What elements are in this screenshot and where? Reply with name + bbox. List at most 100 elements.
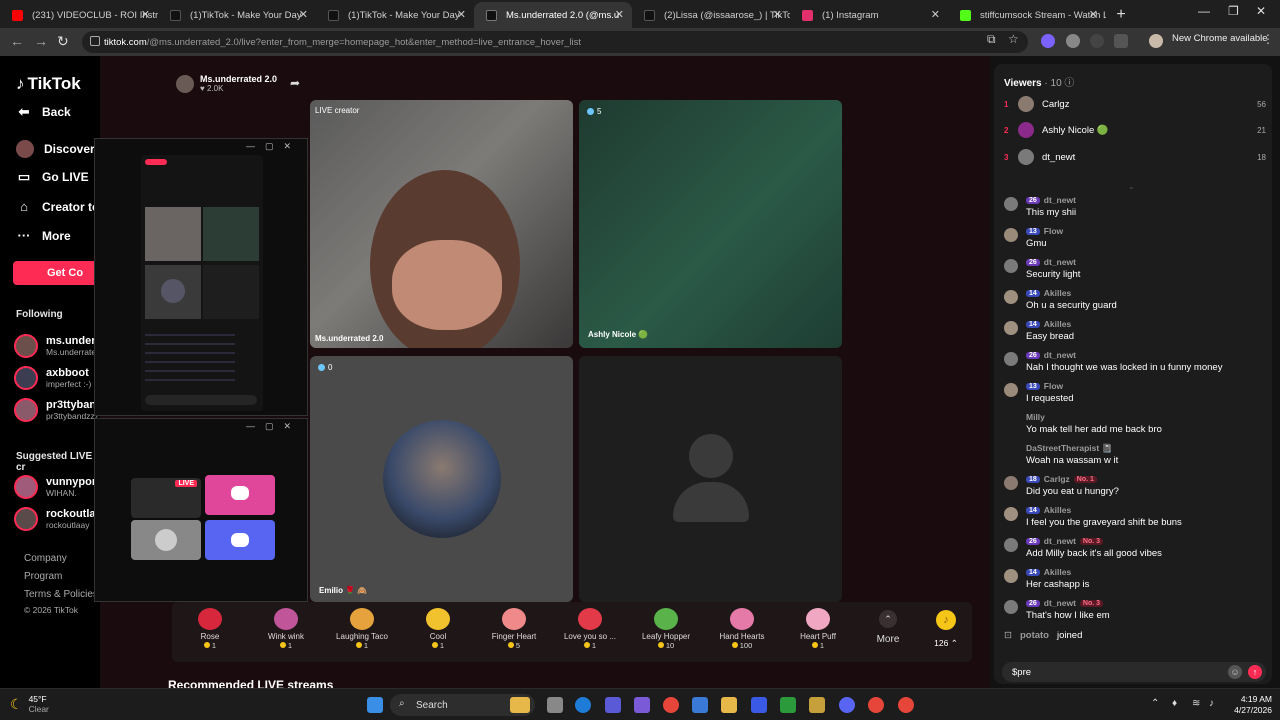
footer-link-terms[interactable]: Terms & Policies [24,589,98,600]
suggested-account[interactable]: vunnypom WIHAN. [14,475,102,499]
following-account[interactable]: pr3ttyban pr3ttybandzzz [14,398,99,422]
user-tile[interactable] [131,520,201,560]
gift-laughing-taco[interactable]: Laughing Taco 1 [324,608,400,650]
footer-link-company[interactable]: Company [24,553,67,564]
store-icon[interactable] [692,697,708,713]
copilot-icon[interactable] [634,697,650,713]
tiktok-logo[interactable]: ♪ TikTok [16,74,81,94]
browser-tab[interactable]: (2)Lissa (@issaarose_) | TikTok ✕ [632,2,790,28]
windows-start-icon[interactable] [367,697,383,713]
browser-tab[interactable]: stiffcumsock Stream - Watch Li ✕ [948,2,1106,28]
chrome-icon[interactable] [898,697,914,713]
emoji-icon[interactable]: ☺ [1228,665,1242,679]
restore-window-icon[interactable]: ❐ [1228,4,1239,18]
browser-tab[interactable]: (1)TikTok - Make Your Day ✕ [158,2,316,28]
site-info-icon[interactable] [90,36,100,46]
extension-icon[interactable] [1090,34,1104,48]
viewer-ranking-row[interactable]: 2 Ashly Nicole 🟢 21 [1004,122,1266,138]
stream-thumbnail[interactable]: LIVE [131,478,201,518]
coin-balance-button[interactable]: ♪ 126 ⌃ [922,610,970,649]
chrome-icon[interactable] [868,697,884,713]
gift-finger-heart[interactable]: Finger Heart 5 [476,608,552,650]
gift-rose[interactable]: Rose 1 [172,608,248,650]
edge-icon[interactable] [575,697,591,713]
bookmark-star-icon[interactable]: ☆ [1008,32,1019,46]
task-view-icon[interactable] [547,697,563,713]
teams-icon[interactable] [605,697,621,713]
chevron-down-icon[interactable]: ⌄ [1128,182,1135,191]
minimize-window-icon[interactable]: — [1198,4,1210,18]
profile-avatar[interactable] [1149,34,1163,48]
close-tab-icon[interactable]: ✕ [773,8,782,21]
close-window-icon[interactable]: ✕ [1256,4,1266,18]
viewers-header[interactable]: Viewers · 10 ⓘ [1004,74,1074,89]
footer-link-program[interactable]: Program [24,571,62,582]
chevron-up-icon[interactable]: ⌃ [1151,698,1159,709]
forward-arrow-icon[interactable]: → [34,33,48,49]
new-chrome-available-button[interactable]: New Chrome available [1172,33,1268,44]
extension-icon[interactable] [1041,34,1055,48]
guest-tile-ashly[interactable]: 5 Ashly Nicole 🟢 [579,100,842,348]
window-controls[interactable]: —▢✕ [246,141,301,152]
reload-icon[interactable]: ↻ [57,33,69,50]
gift-cool[interactable]: Cool 1 [400,608,476,650]
close-tab-icon[interactable]: ✕ [457,8,466,21]
microphone-icon[interactable]: ♦ [1172,698,1177,709]
discord-icon[interactable] [839,697,855,713]
sidebar-item-go-live[interactable]: ▭ Go LIVE [16,169,89,185]
extension-icon[interactable] [1066,34,1080,48]
gift-heart-puff[interactable]: Heart Puff 1 [780,608,856,650]
weather-widget[interactable]: ☾ 45°F Clear [10,694,49,714]
back-button[interactable]: ⬅ Back [16,104,71,120]
open-in-app-icon[interactable]: ⧉ [987,32,996,47]
taskbar-clock[interactable]: 4:19 AM 4/27/2026 [1226,694,1272,716]
following-account[interactable]: axbboot imperfect :-) [14,366,91,390]
chrome-icon[interactable] [663,697,679,713]
discord-tile[interactable] [205,520,275,560]
widget-icon[interactable] [510,697,530,713]
window-controls[interactable]: —▢✕ [246,421,301,432]
more-gifts-button[interactable]: ⌃ More [868,610,908,645]
send-icon[interactable]: ↑ [1248,665,1262,679]
close-tab-icon[interactable]: ✕ [299,8,308,21]
close-tab-icon[interactable]: ✕ [1089,8,1098,21]
viewer-ranking-row[interactable]: 1 Carlgz 56 [1004,96,1266,112]
close-tab-icon[interactable]: ✕ [931,8,940,21]
guest-tile-emilio[interactable]: 0 Emilio 🌹 🙈 [310,356,573,602]
volume-icon[interactable]: ♪ [1209,698,1214,709]
sidebar-item-creator-tools[interactable]: ⌂ Creator to [16,199,99,214]
browser-tab-active[interactable]: Ms.underrated 2.0 (@ms.u ✕ [474,2,632,28]
app-icon[interactable] [809,697,825,713]
back-arrow-icon[interactable]: ← [10,33,24,49]
gift-wink-wink[interactable]: Wink wink 1 [248,608,324,650]
following-account[interactable]: ms.underr Ms.underrate [14,334,100,358]
live-creator-tile[interactable]: LIVE creator Ms.underrated 2.0 [310,100,573,348]
discord-tile[interactable] [205,475,275,515]
sidebar-item-more[interactable]: ··· More [16,228,71,243]
floating-capture-window[interactable]: —▢✕ [94,138,308,416]
viewer-ranking-row[interactable]: 3 dt_newt 18 [1004,149,1266,165]
wifi-icon[interactable]: ≋ [1192,698,1200,709]
host-info[interactable]: Ms.underrated 2.0 ♥ 2.0K [176,74,277,93]
close-tab-icon[interactable]: ✕ [615,8,624,21]
xbox-icon[interactable] [780,697,796,713]
address-bar[interactable]: tiktok.com/@ms.underrated_2.0/live?enter… [82,31,1028,53]
app-icon[interactable] [751,697,767,713]
gift-hand-hearts[interactable]: Hand Hearts 100 [704,608,780,650]
suggested-account[interactable]: rockoutlaa rockoutlaay [14,507,102,531]
gift-leafy-hopper[interactable]: Leafy Hopper 10 [628,608,704,650]
new-tab-button[interactable]: + [1106,2,1136,28]
sidebar-item-discover[interactable]: Discover L [16,140,105,158]
browser-tab[interactable]: (231) VIDEOCLUB - ROI Instrum ✕ [0,2,158,28]
file-explorer-icon[interactable] [721,697,737,713]
gift-love-you-so[interactable]: Love you so ... 1 [552,608,628,650]
extensions-puzzle-icon[interactable] [1114,34,1128,48]
share-icon[interactable]: ➦ [290,76,300,90]
close-tab-icon[interactable]: ✕ [141,8,150,21]
browser-tab[interactable]: (1) Instagram ✕ [790,2,948,28]
empty-guest-slot[interactable] [579,356,842,602]
chrome-menu-icon[interactable]: ⋮ [1262,32,1274,46]
floating-discord-window[interactable]: —▢✕ LIVE [94,418,308,602]
browser-tab[interactable]: (1)TikTok - Make Your Day ✕ [316,2,474,28]
chat-input[interactable] [1002,662,1266,682]
